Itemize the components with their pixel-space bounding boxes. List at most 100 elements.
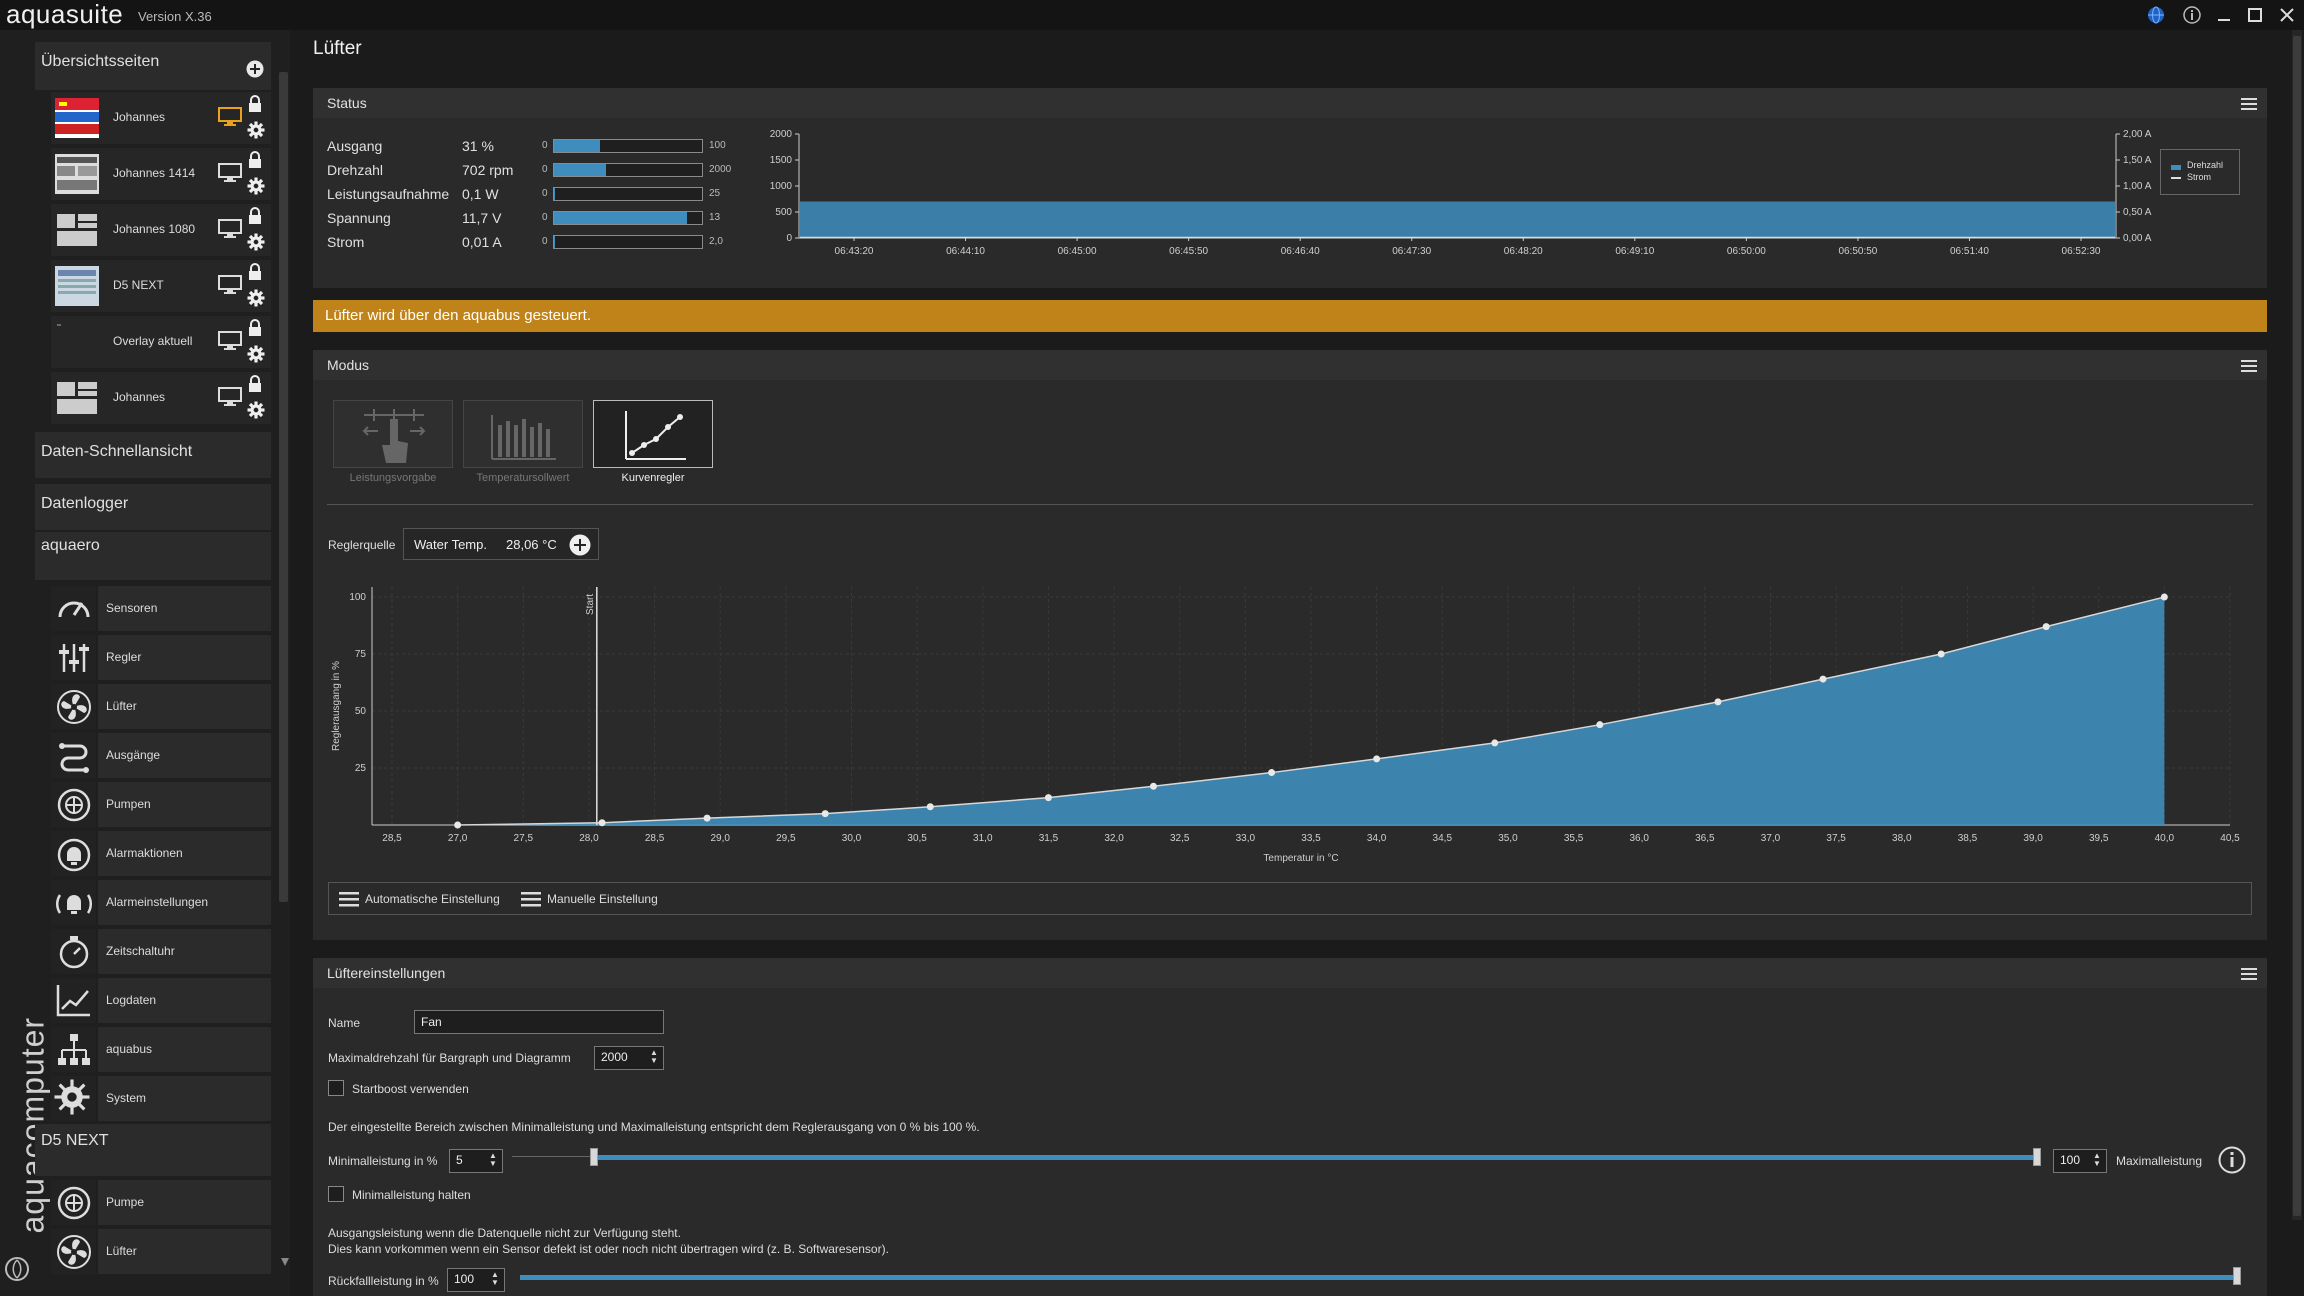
curve-point[interactable] [1714,698,1722,706]
min-power-slider-thumb[interactable] [590,1148,598,1166]
lock-icon[interactable] [247,263,263,281]
mode-temperature-button[interactable] [463,400,583,468]
hold-min-checkbox[interactable] [328,1186,344,1202]
sidebar-device-aquaero[interactable]: aquaero [35,532,271,580]
mode-menu-icon[interactable] [2241,360,2257,372]
curve-point[interactable] [598,819,606,827]
sidebar-item-l-fter[interactable]: Lüfter [51,684,271,729]
curve-point[interactable] [1268,769,1276,777]
spinner-arrows-icon[interactable]: ▲ ▼ [489,1152,499,1168]
curve-point[interactable] [1373,755,1381,763]
status-bar-fill [554,164,606,176]
spinner-arrows-icon[interactable]: ▲ ▼ [2093,1152,2103,1168]
curve-point[interactable] [703,814,711,822]
curve-point[interactable] [1937,650,1945,658]
curve-y-tick-label: 100 [349,592,366,603]
sidebar-item-pumpe[interactable]: Pumpe [51,1180,271,1225]
sidebar-quick-view[interactable]: Daten-Schnellansicht [35,432,271,478]
lock-icon[interactable] [247,95,263,113]
sidebar-item-sensoren[interactable]: Sensoren [51,586,271,631]
status-x-tick-label: 06:44:10 [946,246,985,257]
sidebar-item-l-fter[interactable]: Lüfter [51,1229,271,1274]
overview-page-item[interactable]: Johannes 1080 [51,204,271,256]
sidebar-item-aquabus[interactable]: aquabus [51,1027,271,1072]
curve-point[interactable] [454,821,462,829]
max-power-spinner[interactable]: 100 ▲ ▼ [2053,1149,2107,1173]
lock-icon[interactable] [247,207,263,225]
spinner-arrows-icon[interactable]: ▲ ▼ [650,1049,660,1065]
gear-icon[interactable] [247,289,265,307]
curve-point[interactable] [2160,593,2168,601]
sidebar-item-regler[interactable]: Regler [51,635,271,680]
max-rpm-spinner[interactable]: 2000 ▲ ▼ [594,1046,664,1070]
monitor-icon[interactable] [218,106,242,126]
overview-page-item[interactable]: Johannes 1414 [51,148,271,200]
curve-point[interactable] [2042,623,2050,631]
scroll-down-icon[interactable] [281,1258,289,1266]
lock-icon[interactable] [247,319,263,337]
add-page-icon[interactable] [246,60,264,78]
curve-point[interactable] [926,803,934,811]
mode-power-button[interactable] [333,400,453,468]
maximize-icon[interactable] [2245,5,2265,25]
curve-point[interactable] [821,810,829,818]
gear-icon[interactable] [247,401,265,419]
curve-point[interactable] [1819,675,1827,683]
spinner-arrows-icon[interactable]: ▲ ▼ [491,1271,501,1287]
lock-icon[interactable] [247,151,263,169]
min-power-spinner[interactable]: 5 ▲ ▼ [449,1149,503,1173]
close-icon[interactable] [2277,5,2297,25]
monitor-icon[interactable] [218,218,242,238]
sidebar-item-system[interactable]: System [51,1076,271,1121]
info-icon[interactable] [2182,5,2202,25]
gear-icon[interactable] [247,345,265,363]
sidebar-scrollbar[interactable] [279,72,288,902]
sidebar-item-zeitschaltuhr[interactable]: Zeitschaltuhr [51,929,271,974]
fallback-spinner[interactable]: 100 ▲ ▼ [447,1268,505,1292]
overview-page-item[interactable]: Overlay aktuell [51,316,271,368]
startboost-checkbox[interactable] [328,1080,344,1096]
add-source-icon[interactable] [569,534,591,556]
sidebar-item-pumpen[interactable]: Pumpen [51,782,271,827]
globe-icon[interactable] [2146,5,2166,25]
hold-min-label: Minimalleistung halten [352,1188,471,1202]
sliders-icon [54,638,94,678]
curve-chart[interactable]: 28,5 27,0 27,5 28,0 28,5 29,0 29,5 30,0 30,5 31,0… [325,575,2255,870]
outputs-icon [54,736,94,776]
sidebar-item-ausg-nge[interactable]: Ausgänge [51,733,271,778]
regler-source-selector[interactable]: Water Temp. 28,06 °C [403,528,599,560]
overview-page-item[interactable]: D5 NEXT [51,260,271,312]
monitor-icon[interactable] [218,330,242,350]
fan-settings-menu-icon[interactable] [2241,968,2257,980]
info-icon[interactable] [2218,1146,2246,1174]
sidebar-overview-header[interactable]: Übersichtsseiten [35,42,271,90]
monitor-icon[interactable] [218,386,242,406]
sidebar-item-logdaten[interactable]: Logdaten [51,978,271,1023]
name-input[interactable] [414,1010,664,1034]
overview-page-item[interactable]: Johannes [51,92,271,144]
curve-point[interactable] [1491,739,1499,747]
sidebar-device-d5[interactable]: D5 NEXT [35,1124,271,1176]
curve-point[interactable] [1044,794,1052,802]
monitor-icon[interactable] [218,274,242,294]
monitor-icon[interactable] [218,162,242,182]
minimize-icon[interactable] [2214,5,2234,25]
mode-curve-button[interactable] [593,400,713,468]
max-power-slider-thumb[interactable] [2033,1148,2041,1166]
fallback-slider-thumb[interactable] [2233,1267,2241,1285]
lock-icon[interactable] [247,375,263,393]
gear-icon[interactable] [247,177,265,195]
curve-x-tick-label: 29,5 [776,833,796,844]
overview-page-item[interactable]: Johannes [51,372,271,424]
status-menu-icon[interactable] [2241,98,2257,110]
sidebar-item-alarmeinstellungen[interactable]: Alarmeinstellungen [51,880,271,925]
gear-icon[interactable] [247,233,265,251]
gear-icon[interactable] [247,121,265,139]
main-scrollbar[interactable] [2292,30,2302,1220]
sidebar-datalogger[interactable]: Datenlogger [35,484,271,530]
sidebar-item-alarmaktionen[interactable]: Alarmaktionen [51,831,271,876]
start-marker-label: Start [585,594,596,615]
app-title: aquasuite [6,0,124,29]
curve-point[interactable] [1149,782,1157,790]
curve-point[interactable] [1596,721,1604,729]
